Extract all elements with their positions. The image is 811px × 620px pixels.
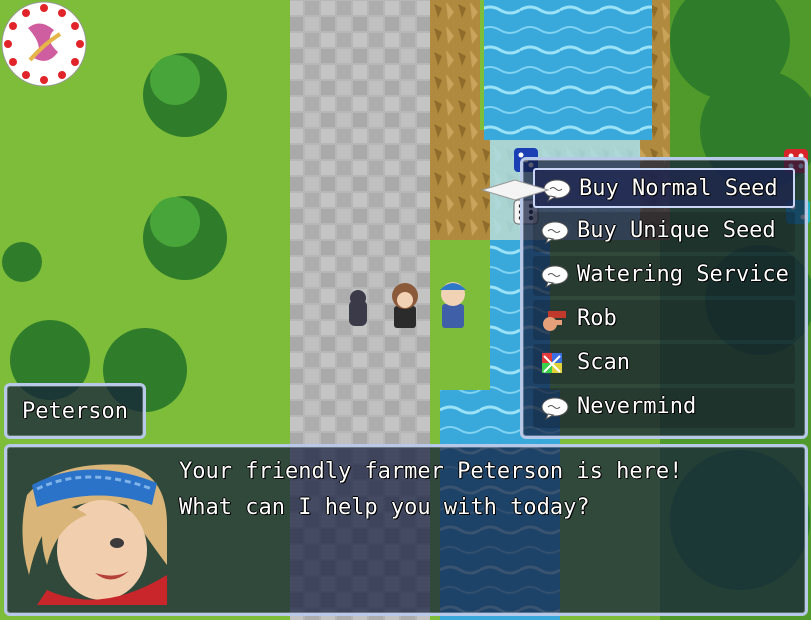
- speech-bubble-icon: [541, 221, 569, 244]
- choice-label: Watering Service: [577, 262, 789, 287]
- choice-buy-normal-seed[interactable]: Buy Normal Seed: [533, 168, 795, 208]
- speaker-name: Peterson: [22, 398, 128, 424]
- choice-watering-service[interactable]: Watering Service: [533, 256, 795, 296]
- speaker-name-box: Peterson: [4, 383, 146, 439]
- selection-cursor-icon: [480, 179, 550, 201]
- message-line-2: What can I help you with today?: [179, 495, 590, 520]
- choice-scan[interactable]: Scan: [533, 344, 795, 384]
- choice-label: Buy Unique Seed: [577, 218, 776, 243]
- cat-sprite: [349, 290, 367, 326]
- speech-bubble-icon: [541, 265, 569, 288]
- peterson-portrait: [22, 464, 167, 605]
- hand-grab-icon: [543, 311, 566, 331]
- clock-icon: [1, 1, 87, 87]
- prism-icon: [542, 353, 562, 373]
- choice-rob[interactable]: Rob: [533, 300, 795, 340]
- choice-label: Rob: [577, 306, 617, 331]
- speech-bubble-icon: [541, 397, 569, 420]
- choice-label: Buy Normal Seed: [579, 176, 778, 201]
- choice-window: Buy Normal Seed Buy Unique Seed Watering…: [520, 157, 808, 439]
- choice-label: Nevermind: [577, 394, 697, 419]
- farmer-peterson-sprite: [440, 282, 466, 328]
- message-window[interactable]: Your friendly farmer Peterson is here! W…: [4, 444, 808, 616]
- choice-buy-unique-seed[interactable]: Buy Unique Seed: [533, 212, 795, 252]
- choice-label: Scan: [577, 350, 630, 375]
- message-line-1: Your friendly farmer Peterson is here!: [179, 459, 683, 484]
- choice-nevermind[interactable]: Nevermind: [533, 388, 795, 428]
